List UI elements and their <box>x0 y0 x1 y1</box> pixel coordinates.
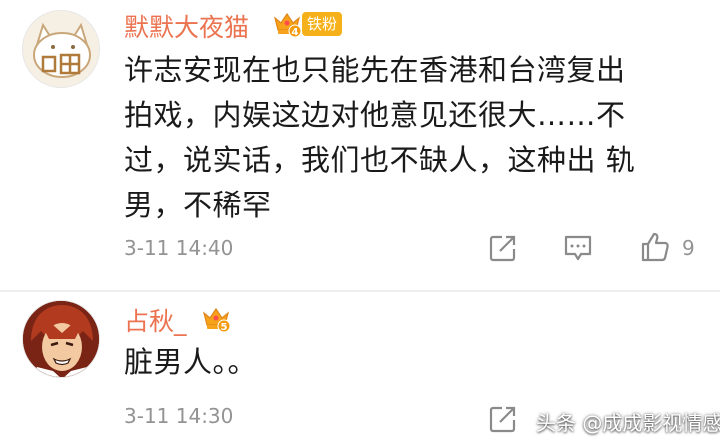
timestamp: 3-11 14:40 <box>124 236 234 260</box>
username[interactable]: 默默大夜猫 <box>124 8 249 44</box>
crown-icon: 5 <box>201 305 231 333</box>
comment-text-line: 拍戏，内娱这边对他意见还很大……不 <box>124 98 626 132</box>
level-number: 5 <box>221 322 228 333</box>
crown-icon: 4 <box>272 10 302 38</box>
timestamp: 3-11 14:30 <box>124 404 234 428</box>
watermark: 头条 @成成影视情感 <box>536 411 720 435</box>
comment-text-line: 过，说实话，我们也不缺人，这种出 轨 <box>124 143 636 177</box>
comment-text: 脏男人。。 <box>124 345 258 379</box>
anime-character-avatar-image <box>23 301 99 377</box>
reply-icon[interactable] <box>563 233 593 263</box>
like-icon[interactable] <box>640 231 670 262</box>
comment-text-line: 许志安现在也只能先在香港和台湾复出 <box>124 53 626 87</box>
repost-icon[interactable] <box>488 233 518 263</box>
avatar[interactable] <box>22 10 100 88</box>
fan-badge: 铁粉 <box>302 12 343 36</box>
username[interactable]: 占秋_ <box>124 302 187 338</box>
like-count: 9 <box>682 236 695 260</box>
cat-avatar-image <box>23 11 99 87</box>
comment-text: 许志安现在也只能先在香港和台湾复出 拍戏，内娱这边对他意见还很大……不 过，说实… <box>124 48 704 228</box>
repost-icon[interactable] <box>488 404 518 434</box>
avatar[interactable] <box>22 300 100 378</box>
level-number: 4 <box>292 27 299 38</box>
comment-item: 默默大夜猫 4 铁粉 许志安现在也只能先在香港和台湾复出 拍戏，内娱这边对他意见… <box>0 0 720 290</box>
comment-text-line: 男，不稀罕 <box>124 188 272 222</box>
